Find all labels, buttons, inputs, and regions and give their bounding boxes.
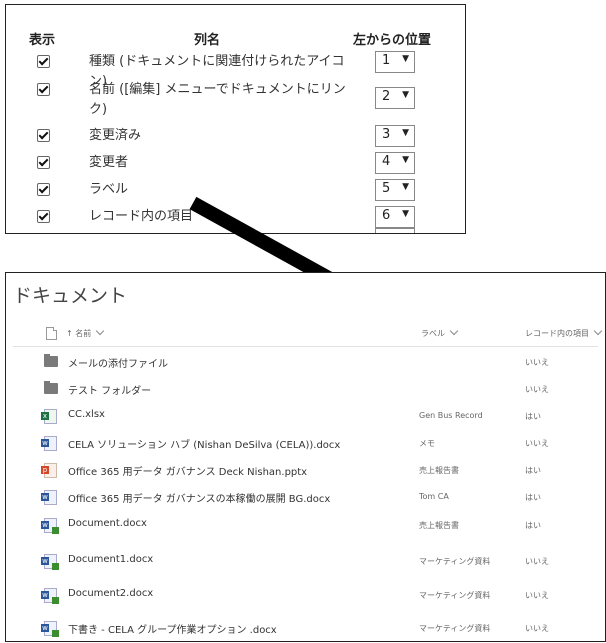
list-item[interactable]: Document.docx 売上報告書 はい — [6, 516, 605, 536]
chevron-down-icon — [449, 326, 459, 336]
file-label: Gen Bus Record — [419, 411, 483, 420]
chevron-down-icon — [593, 326, 603, 336]
file-label: メモ — [419, 439, 435, 448]
file-label: 売上報告書 — [419, 466, 459, 475]
show-checkbox-modified[interactable] — [37, 129, 50, 142]
file-record: はい — [525, 493, 541, 502]
file-record: いいえ — [525, 385, 549, 394]
file-name[interactable]: Document.docx — [68, 518, 147, 529]
file-record: いいえ — [525, 557, 549, 566]
file-record: はい — [525, 466, 541, 475]
dropdown-caret-icon: ▼ — [402, 209, 409, 219]
file-type-icon[interactable] — [46, 327, 57, 340]
position-select-record[interactable]: 6 ▼ — [375, 206, 415, 228]
show-checkbox-type[interactable] — [37, 55, 50, 68]
list-item[interactable]: Document2.docx マーケティング資料 いいえ — [6, 586, 605, 606]
column-name-modified-by: 変更者 — [89, 155, 129, 170]
list-item[interactable]: 下書き - CELA グループ作業オプション .docx マーケティング資料 い… — [6, 619, 605, 639]
dropdown-caret-icon: ▼ — [402, 54, 409, 64]
file-label: マーケティング資料 — [419, 591, 491, 600]
header-show: 表示 — [29, 33, 56, 48]
file-label: マーケティング資料 — [419, 557, 491, 566]
file-record: いいえ — [525, 591, 549, 600]
word-record-file-icon — [41, 518, 59, 534]
position-select-modified-by[interactable]: 4 ▼ — [375, 152, 415, 174]
dropdown-caret-icon: ▼ — [402, 90, 409, 100]
powerpoint-file-icon — [41, 463, 57, 478]
word-record-file-icon — [41, 621, 59, 637]
column-header-name[interactable]: ↑ 名前 — [66, 326, 105, 339]
position-select-name[interactable]: 2 ▼ — [375, 87, 415, 109]
file-label: マーケティング資料 — [419, 624, 491, 633]
word-file-icon — [41, 490, 57, 505]
word-file-icon — [41, 436, 57, 451]
header-column-name: 列名 — [194, 33, 221, 48]
file-record: いいえ — [525, 358, 549, 367]
column-header-label[interactable]: ラベル — [421, 326, 459, 339]
dropdown-caret-icon: ▼ — [402, 182, 409, 192]
column-header-record[interactable]: レコード内の項目 — [525, 326, 603, 339]
file-name[interactable]: Office 365 用データ ガバナンス Deck Nishan.pptx — [68, 463, 307, 478]
dropdown-caret-icon: ▼ — [402, 155, 409, 165]
column-name-record: レコード内の項目 — [89, 209, 194, 224]
header-divider — [13, 346, 598, 347]
file-name[interactable]: 下書き - CELA グループ作業オプション .docx — [68, 621, 277, 636]
list-item[interactable]: CELA ソリューション ハブ (Nishan DeSilva (CELA)).… — [6, 434, 605, 454]
column-name-modified: 変更済み — [89, 128, 142, 143]
list-item[interactable]: テスト フォルダー いいえ — [6, 380, 605, 400]
file-name[interactable]: CELA ソリューション ハブ (Nishan DeSilva (CELA)).… — [68, 436, 340, 451]
show-checkbox-label[interactable] — [37, 183, 50, 196]
show-checkbox-name[interactable] — [37, 83, 50, 96]
header-position: 左からの位置 — [353, 33, 432, 48]
file-record: いいえ — [525, 439, 549, 448]
file-record: はい — [525, 412, 541, 421]
excel-file-icon — [41, 409, 57, 424]
column-settings-panel: 表示 列名 左からの位置 種類 (ドキュメントに関連付けられたアイコン) 1 ▼… — [5, 4, 466, 234]
list-item[interactable]: Office 365 用データ ガバナンスの本稼働の展開 BG.docx Tom… — [6, 488, 605, 508]
column-name-label: ラベル — [89, 182, 129, 197]
file-label: Tom CA — [419, 492, 449, 501]
dropdown-caret-icon: ▼ — [402, 128, 409, 138]
list-item[interactable]: Document1.docx マーケティング資料 いいえ — [6, 552, 605, 572]
word-record-file-icon — [41, 554, 59, 570]
show-checkbox-modified-by[interactable] — [37, 156, 50, 169]
document-library: ドキュメント ↑ 名前 ラベル レコード内の項目 メールの添付ファイル いいえ … — [5, 272, 606, 642]
file-name[interactable]: CC.xlsx — [68, 409, 105, 420]
file-name[interactable]: Document2.docx — [68, 588, 153, 599]
show-checkbox-record[interactable] — [37, 210, 50, 223]
position-select-type[interactable]: 1 ▼ — [375, 51, 415, 73]
file-name[interactable]: Document1.docx — [68, 554, 153, 565]
file-name[interactable]: Office 365 用データ ガバナンスの本稼働の展開 BG.docx — [68, 490, 330, 505]
file-record: はい — [525, 521, 541, 530]
position-select-label[interactable]: 5 ▼ — [375, 179, 415, 201]
list-item[interactable]: Office 365 用データ ガバナンス Deck Nishan.pptx 売… — [6, 461, 605, 481]
position-select-next[interactable] — [375, 228, 415, 233]
folder-icon — [44, 354, 58, 367]
chevron-down-icon — [96, 326, 105, 336]
list-item[interactable]: CC.xlsx Gen Bus Record はい — [6, 407, 605, 427]
folder-icon — [44, 381, 58, 394]
file-name[interactable]: メールの添付ファイル — [68, 355, 168, 370]
file-name[interactable]: テスト フォルダー — [68, 382, 151, 397]
word-record-file-icon — [41, 588, 59, 604]
file-record: いいえ — [525, 624, 549, 633]
position-select-modified[interactable]: 3 ▼ — [375, 125, 415, 147]
library-title: ドキュメント — [13, 285, 128, 307]
file-label: 売上報告書 — [419, 521, 459, 530]
column-name-name: 名前 ([編集] メニューでドキュメントにリンク) — [89, 82, 346, 117]
list-item[interactable]: メールの添付ファイル いいえ — [6, 353, 605, 373]
